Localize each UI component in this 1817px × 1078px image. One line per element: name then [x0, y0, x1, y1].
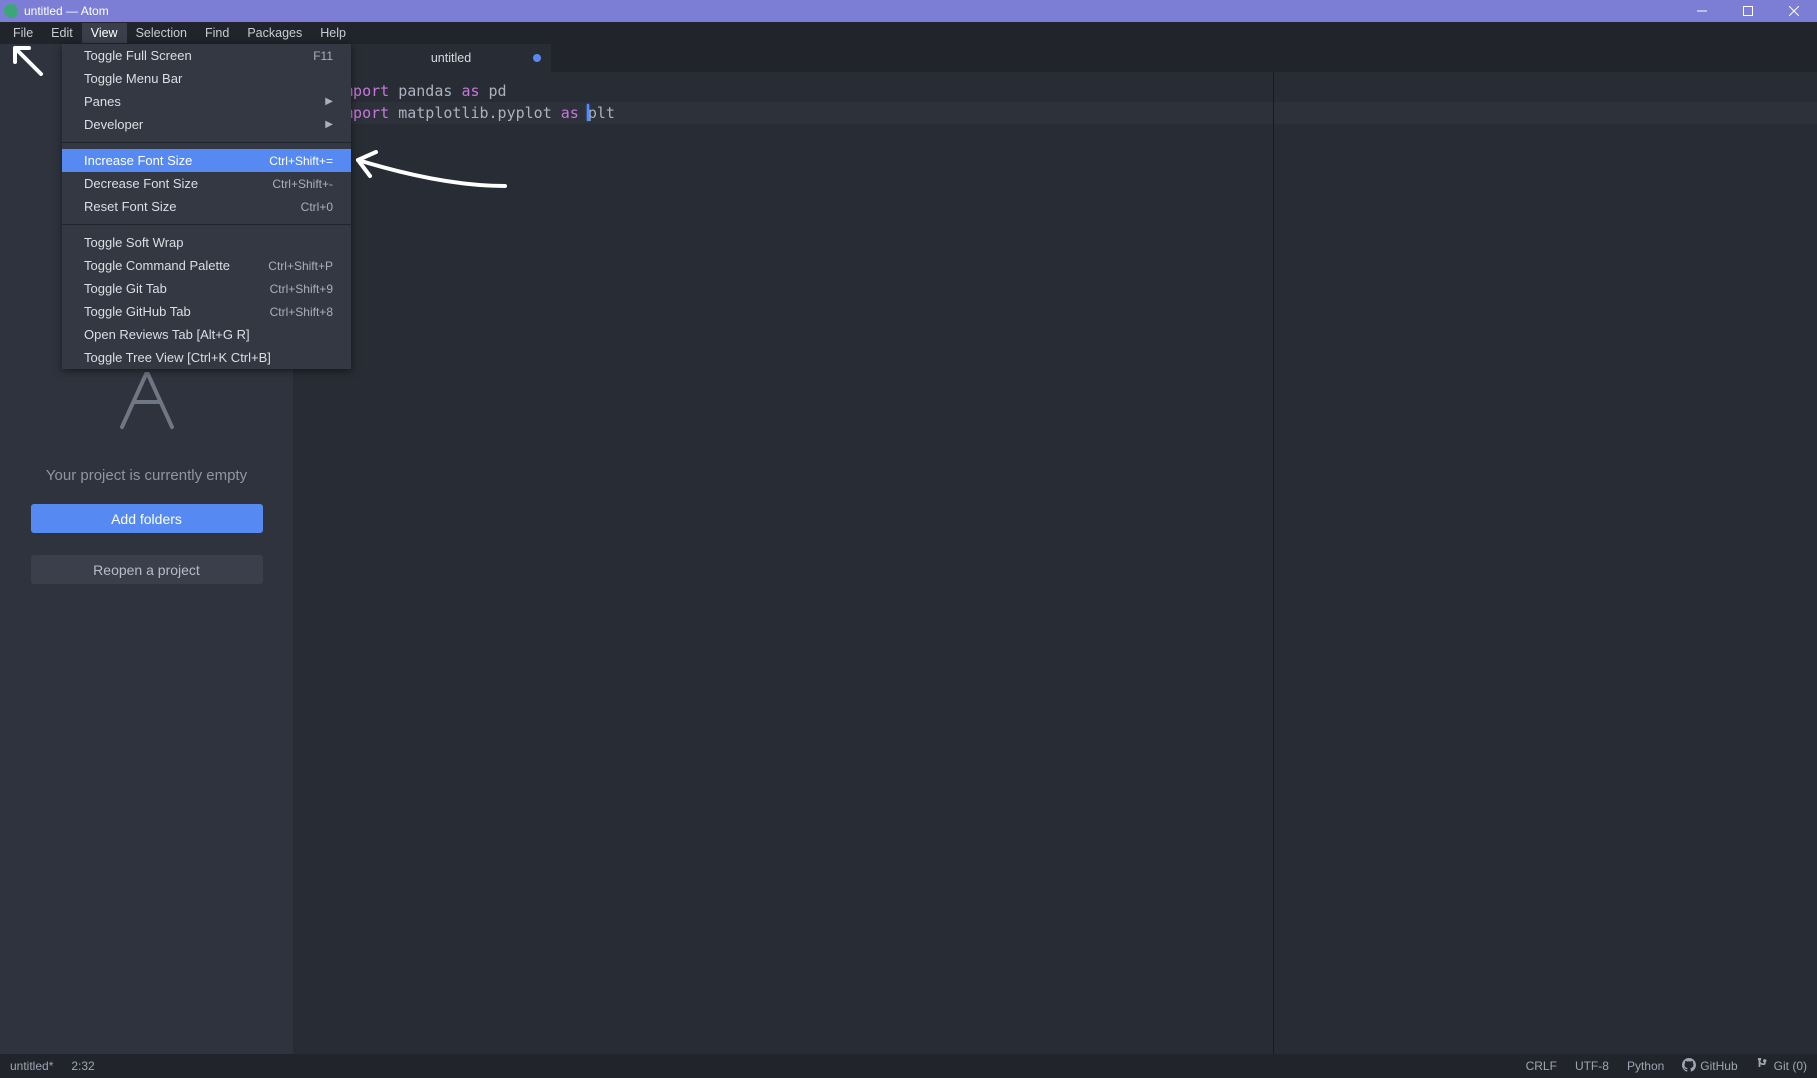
editor-split-divider[interactable]: [1273, 72, 1274, 1054]
status-cursor-position[interactable]: 2:32: [71, 1059, 94, 1073]
view-dropdown-menu: Toggle Full ScreenF11 Toggle Menu Bar Pa…: [62, 44, 351, 369]
github-icon: [1682, 1058, 1696, 1075]
reopen-project-button[interactable]: Reopen a project: [31, 555, 263, 584]
menu-packages[interactable]: Packages: [238, 23, 311, 43]
code-line-1: import pandas as pd: [335, 80, 507, 102]
tab-bar: untitled: [293, 44, 1817, 72]
client-area: Your project is currently empty Add fold…: [0, 44, 1817, 1054]
add-folders-button[interactable]: Add folders: [31, 504, 263, 533]
menuitem-toggle-menu-bar[interactable]: Toggle Menu Bar: [62, 67, 351, 90]
menu-separator: [62, 224, 351, 225]
menuitem-toggle-soft-wrap[interactable]: Toggle Soft Wrap: [62, 231, 351, 254]
window-close-button[interactable]: [1771, 0, 1817, 22]
menu-find[interactable]: Find: [196, 23, 238, 43]
status-encoding[interactable]: UTF-8: [1575, 1059, 1609, 1073]
menu-bar: File Edit View Selection Find Packages H…: [0, 22, 1817, 44]
menuitem-toggle-tree-view[interactable]: Toggle Tree View [Ctrl+K Ctrl+B]: [62, 346, 351, 369]
code-line-2: import matplotlib.pyplot as plt: [335, 102, 615, 124]
atom-app-icon: [4, 4, 18, 18]
submenu-arrow-icon: ▶: [325, 119, 333, 130]
menu-separator: [62, 142, 351, 143]
menuitem-toggle-command-palette[interactable]: Toggle Command PaletteCtrl+Shift+P: [62, 254, 351, 277]
status-file-name[interactable]: untitled*: [10, 1059, 53, 1073]
menuitem-toggle-git-tab[interactable]: Toggle Git TabCtrl+Shift+9: [62, 277, 351, 300]
text-editor[interactable]: import pandas as pd import matplotlib.py…: [293, 72, 1817, 1054]
status-git[interactable]: Git (0): [1756, 1058, 1807, 1075]
menuitem-decrease-font-size[interactable]: Decrease Font SizeCtrl+Shift+-: [62, 172, 351, 195]
window-minimize-button[interactable]: [1679, 0, 1725, 22]
menu-edit[interactable]: Edit: [42, 23, 82, 43]
window-maximize-button[interactable]: [1725, 0, 1771, 22]
status-github[interactable]: GitHub: [1682, 1058, 1737, 1075]
status-bar: untitled* 2:32 CRLF UTF-8 Python GitHub …: [0, 1054, 1817, 1078]
menuitem-reset-font-size[interactable]: Reset Font SizeCtrl+0: [62, 195, 351, 218]
menuitem-open-reviews-tab[interactable]: Open Reviews Tab [Alt+G R]: [62, 323, 351, 346]
title-bar: untitled — Atom: [0, 0, 1817, 22]
status-line-ending[interactable]: CRLF: [1526, 1059, 1557, 1073]
git-branch-icon: [1756, 1058, 1770, 1075]
menu-view[interactable]: View: [82, 23, 127, 43]
window-title: untitled — Atom: [24, 4, 109, 18]
menu-file[interactable]: File: [4, 23, 42, 43]
menuitem-developer[interactable]: Developer▶: [62, 113, 351, 136]
editor-pane: untitled import pandas as pd import matp…: [293, 44, 1817, 1054]
text-cursor: [587, 104, 589, 121]
astronaut-icon: [87, 372, 207, 437]
tab-label: untitled: [431, 51, 471, 65]
project-empty-message: Your project is currently empty: [46, 467, 247, 484]
menu-selection[interactable]: Selection: [127, 23, 196, 43]
status-language[interactable]: Python: [1627, 1059, 1664, 1073]
menuitem-increase-font-size[interactable]: Increase Font SizeCtrl+Shift+=: [62, 149, 351, 172]
menuitem-panes[interactable]: Panes▶: [62, 90, 351, 113]
menuitem-toggle-github-tab[interactable]: Toggle GitHub TabCtrl+Shift+8: [62, 300, 351, 323]
menuitem-toggle-full-screen[interactable]: Toggle Full ScreenF11: [62, 44, 351, 67]
submenu-arrow-icon: ▶: [325, 96, 333, 107]
tab-untitled[interactable]: untitled: [351, 44, 551, 72]
menu-help[interactable]: Help: [311, 23, 355, 43]
tab-modified-indicator-icon: [533, 54, 541, 62]
